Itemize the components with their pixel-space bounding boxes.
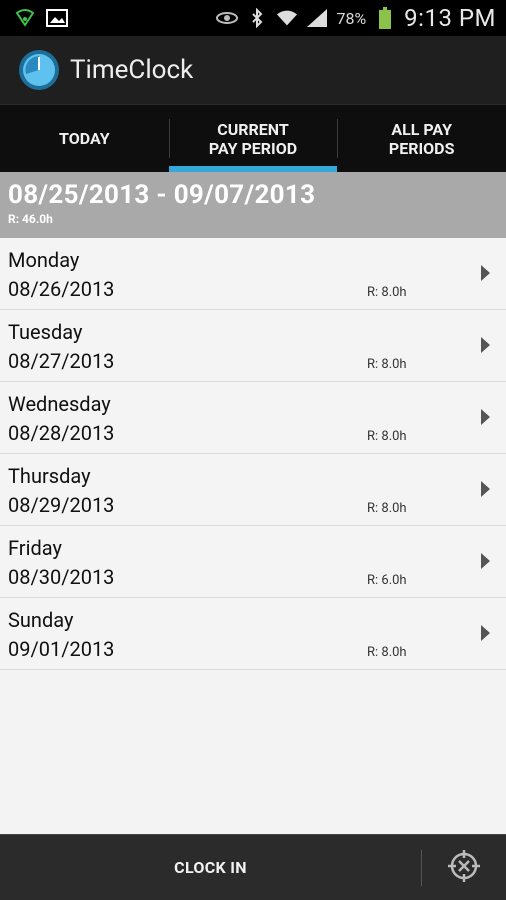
day-hours: R: 6.0h	[367, 573, 407, 588]
eye-icon	[216, 7, 239, 29]
day-hours: R: 8.0h	[367, 285, 407, 300]
day-date: 08/27/2013	[8, 349, 115, 373]
day-name: Friday	[8, 536, 62, 560]
tab-bar: TODAY CURRENT PAY PERIOD ALL PAY PERIODS	[0, 104, 506, 172]
bluetooth-icon	[246, 7, 268, 29]
chevron-right-icon	[481, 337, 490, 353]
locate-button[interactable]	[422, 835, 506, 900]
list-item[interactable]: Monday 08/26/2013 R: 8.0h	[0, 238, 506, 310]
day-hours: R: 8.0h	[367, 645, 407, 660]
day-list: Monday 08/26/2013 R: 8.0h Tuesday 08/27/…	[0, 238, 506, 670]
period-header: 08/25/2013 - 09/07/2013 R: 46.0h	[0, 172, 506, 238]
day-name: Thursday	[8, 464, 91, 488]
battery-percent: 78%	[336, 8, 367, 28]
day-name: Monday	[8, 248, 80, 272]
day-date: 08/30/2013	[8, 565, 115, 589]
chevron-right-icon	[481, 553, 490, 569]
clock-icon[interactable]	[18, 49, 60, 91]
day-name: Tuesday	[8, 320, 83, 344]
day-hours: R: 8.0h	[367, 501, 407, 516]
app-title: TimeClock	[70, 55, 194, 85]
battery-icon	[374, 7, 396, 29]
clock-time: 9:13 PM	[404, 4, 496, 32]
list-item[interactable]: Thursday 08/29/2013 R: 8.0h	[0, 454, 506, 526]
day-hours: R: 8.0h	[367, 357, 407, 372]
tab-current-pay-period[interactable]: CURRENT PAY PERIOD	[168, 105, 338, 172]
tab-label: TODAY	[59, 129, 110, 148]
tab-all-pay-periods[interactable]: ALL PAY PERIODS	[337, 105, 506, 172]
period-total-hours: R: 46.0h	[8, 212, 53, 226]
tab-label: CURRENT PAY PERIOD	[208, 119, 298, 158]
image-icon	[46, 7, 68, 29]
list-item[interactable]: Tuesday 08/27/2013 R: 8.0h	[0, 310, 506, 382]
crosshair-icon	[446, 848, 482, 888]
bottom-bar: CLOCK IN	[0, 834, 506, 900]
chevron-right-icon	[481, 625, 490, 641]
day-name: Wednesday	[8, 392, 111, 416]
chevron-right-icon	[481, 265, 490, 281]
list-item[interactable]: Sunday 09/01/2013 R: 8.0h	[0, 598, 506, 670]
period-range: 08/25/2013 - 09/07/2013	[8, 180, 316, 210]
list-item[interactable]: Wednesday 08/28/2013 R: 8.0h	[0, 382, 506, 454]
day-date: 09/01/2013	[8, 637, 115, 661]
tab-today[interactable]: TODAY	[0, 105, 169, 172]
day-name: Sunday	[8, 608, 74, 632]
day-date: 08/29/2013	[8, 493, 115, 517]
clock-in-button[interactable]: CLOCK IN	[0, 835, 421, 900]
day-date: 08/26/2013	[8, 277, 115, 301]
status-bar: 78% 9:13 PM	[0, 0, 506, 36]
tab-label: ALL PAY PERIODS	[388, 119, 455, 158]
chevron-right-icon	[481, 409, 490, 425]
wifi-icon	[276, 7, 298, 29]
chevron-right-icon	[481, 481, 490, 497]
clock-in-label: CLOCK IN	[174, 858, 247, 877]
wifi-shield-icon	[14, 7, 36, 29]
signal-icon	[306, 7, 328, 29]
action-bar: TimeClock	[0, 36, 506, 104]
day-date: 08/28/2013	[8, 421, 115, 445]
list-item[interactable]: Friday 08/30/2013 R: 6.0h	[0, 526, 506, 598]
day-hours: R: 8.0h	[367, 429, 407, 444]
